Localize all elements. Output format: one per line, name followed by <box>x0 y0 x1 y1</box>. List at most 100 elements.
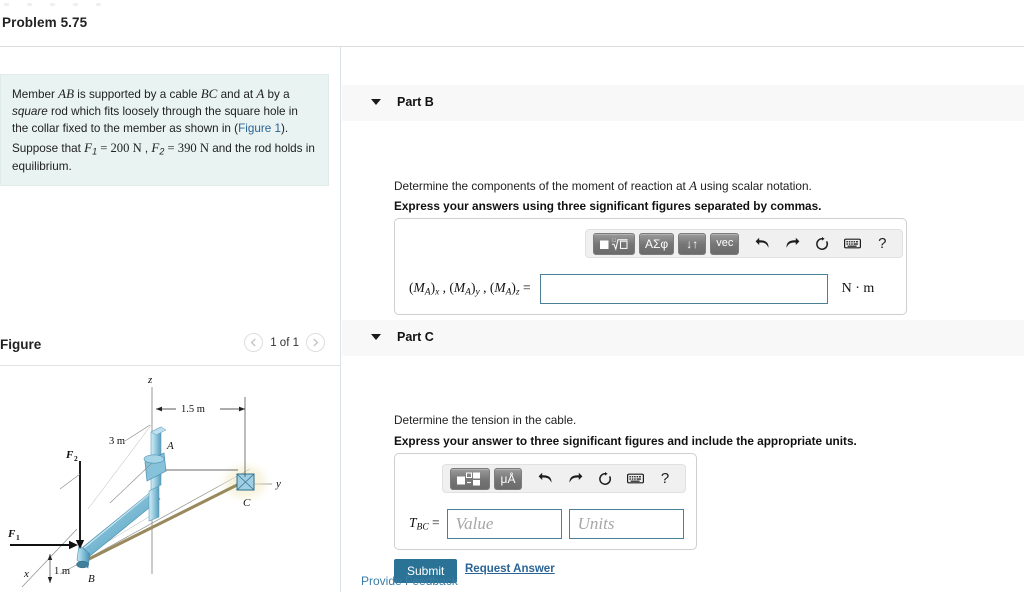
figure-image: 1.5 m 3 m F 2 F 1 1 m z y x A B C <box>0 369 341 592</box>
figure-label-f1: F <box>7 528 16 540</box>
figure-point-a: A <box>166 440 174 452</box>
statement-var-ab: AB <box>58 86 75 101</box>
part-c-answer-label: TBC = <box>409 515 440 533</box>
figure-dim-3-label: 3 m <box>109 436 125 447</box>
app-root: Problem 5.75 Member AB is supported by a… <box>0 0 1024 592</box>
part-b-math-toolbar: □ ΑΣφ ↓↑ vec ? <box>585 229 904 258</box>
page-title: Problem 5.75 <box>2 15 88 30</box>
statement-sym-f1: F <box>84 139 93 155</box>
part-b-question-post: using scalar notation. <box>697 179 812 193</box>
part-b-header[interactable]: Part B <box>342 85 1024 121</box>
reset-circle-icon <box>599 471 611 485</box>
part-b-answer-panel: □ ΑΣφ ↓↑ vec ? (MA)x , (MA)y , (MA)z = N… <box>394 218 907 315</box>
statement-var-bc: BC <box>200 86 218 101</box>
greek-symbols-label: ΑΣφ <box>645 236 669 251</box>
keyboard-icon <box>843 238 861 249</box>
part-c-request-answer-link[interactable]: Request Answer <box>465 563 555 575</box>
part-b-instruction: Express your answers using three signifi… <box>394 199 822 213</box>
figure-label-f2-sub: 2 <box>74 454 78 463</box>
undo-arrow-icon <box>755 237 769 248</box>
figure-1-link[interactable]: Figure 1 <box>238 122 281 135</box>
content-pane: Part B Determine the components of the m… <box>342 47 1024 592</box>
figure-point-c: C <box>243 497 251 509</box>
sub-superscript-button[interactable]: ↓↑ <box>678 232 707 255</box>
part-c-question: Determine the tension in the cable. <box>394 413 577 427</box>
part-c-instruction: Express your answer to three significant… <box>394 434 857 448</box>
blocks-icon <box>457 472 480 485</box>
units-symbols-button[interactable]: μÅ <box>494 467 522 490</box>
figure-next-button[interactable] <box>306 333 325 352</box>
vector-button[interactable]: vec <box>710 232 740 255</box>
statement-em-square: square <box>12 105 48 119</box>
figure-counter: 1 of 1 <box>270 336 299 349</box>
redo-button[interactable] <box>562 468 588 490</box>
figure-dim-1-label: 1 m <box>54 566 70 577</box>
keyboard-icon <box>626 473 644 484</box>
part-c-math-toolbar: μÅ ? <box>442 464 686 493</box>
chevron-left-icon <box>250 338 256 347</box>
part-b-title: Part B <box>397 95 434 109</box>
undo-arrow-icon <box>538 472 551 483</box>
figure-dim-1-5-label: 1.5 m <box>181 404 205 415</box>
part-c-value-input[interactable] <box>446 509 562 539</box>
part-c-header[interactable]: Part C <box>342 320 1024 356</box>
units-symbols-label: μÅ <box>500 471 516 486</box>
figure-section-title: Figure <box>0 337 42 352</box>
decorative-dot-row <box>4 1 114 7</box>
mechanics-diagram: 1.5 m 3 m F 2 F 1 1 m z y x A B C <box>7 374 281 588</box>
part-c-label-sub: BC <box>416 522 429 533</box>
figure-axis-z: z <box>147 374 153 386</box>
statement-f2-eq: = 390 <box>164 140 200 155</box>
keyboard-button[interactable] <box>622 468 648 490</box>
figure-axis-y: y <box>275 478 281 490</box>
top-bar: Problem 5.75 <box>0 0 1024 47</box>
undo-button[interactable] <box>532 468 558 490</box>
figure-axis-x: x <box>23 568 29 580</box>
provide-feedback-link[interactable]: Provide Feedback <box>361 574 458 588</box>
part-c-answer-row: TBC = <box>409 509 684 539</box>
statement-f1-unit: N <box>132 140 142 155</box>
part-c-units-input[interactable] <box>568 509 684 539</box>
statement-f2-unit: N <box>199 140 209 155</box>
help-button[interactable]: ? <box>652 468 678 490</box>
statement-comma: , <box>141 141 149 155</box>
statement-text-part1: Member <box>12 88 59 101</box>
problem-statement: Member AB is supported by a cable BC and… <box>0 74 329 187</box>
reset-button[interactable] <box>809 233 835 255</box>
redo-arrow-icon <box>569 472 582 483</box>
statement-text-part4: by a <box>264 88 290 101</box>
units-template-button[interactable] <box>450 467 490 490</box>
redo-button[interactable] <box>779 233 805 255</box>
math-template-button[interactable]: □ <box>593 232 635 255</box>
statement-f1-eq: = 200 <box>97 140 133 155</box>
figure-divider <box>0 365 341 366</box>
figure-label-f1-sub: 1 <box>16 533 20 542</box>
sub-superscript-label: ↓↑ <box>686 236 699 251</box>
figure-prev-button[interactable] <box>244 333 264 352</box>
part-b-question-pre: Determine the components of the moment o… <box>394 179 690 193</box>
part-b-answer-input[interactable] <box>539 274 828 304</box>
redo-arrow-icon <box>786 237 800 248</box>
reset-circle-icon <box>816 236 829 250</box>
chevron-right-icon <box>313 338 319 347</box>
reset-button[interactable] <box>592 468 618 490</box>
vector-label: vec <box>716 237 734 249</box>
figure-point-b: B <box>88 573 95 585</box>
help-button[interactable]: ? <box>869 233 895 255</box>
part-b-question-var: A <box>689 178 698 193</box>
help-label: ? <box>660 470 670 487</box>
caret-down-icon[interactable] <box>371 334 381 340</box>
undo-button[interactable] <box>749 233 775 255</box>
figure-label-f2: F <box>65 449 74 461</box>
sidebar: Member AB is supported by a cable BC and… <box>0 47 341 592</box>
part-b-question: Determine the components of the moment o… <box>394 178 812 194</box>
figure-pager: 1 of 1 <box>244 333 325 352</box>
part-c-title: Part C <box>397 330 434 344</box>
greek-symbols-button[interactable]: ΑΣφ <box>639 232 675 255</box>
part-b-answer-label: (MA)x , (MA)y , (MA)z = <box>409 280 531 298</box>
keyboard-button[interactable] <box>839 233 865 255</box>
template-root-icon: □ <box>600 238 628 251</box>
part-b-answer-row: (MA)x , (MA)y , (MA)z = N · m <box>409 274 899 304</box>
help-label: ? <box>878 235 887 252</box>
caret-down-icon[interactable] <box>371 99 381 105</box>
